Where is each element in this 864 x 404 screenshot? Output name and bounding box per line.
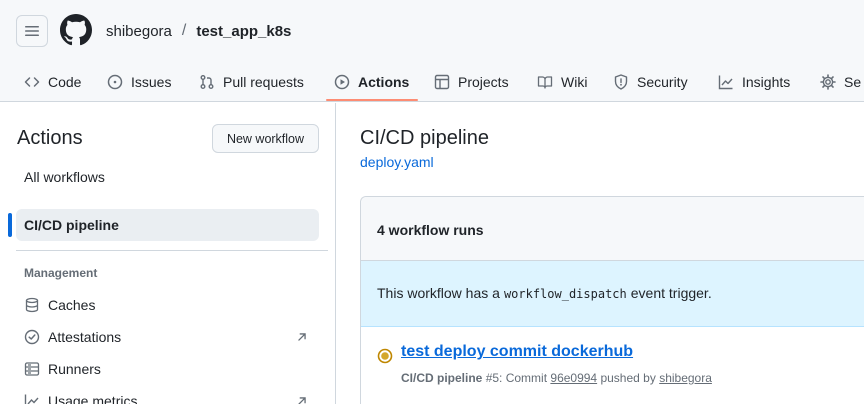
tab-issues[interactable]: Issues — [107, 62, 171, 102]
run-workflow-name: CI/CD pipeline — [401, 371, 483, 385]
sidebar-item-caches-label: Caches — [48, 297, 96, 313]
tab-security[interactable]: Security — [613, 62, 688, 102]
sidebar-item-runners[interactable]: Runners — [16, 353, 319, 385]
sidebar-item-all-workflows[interactable]: All workflows — [16, 161, 319, 193]
run-number: #5: Commit — [485, 371, 548, 385]
tab-insights[interactable]: Insights — [718, 62, 790, 102]
shield-icon — [614, 74, 628, 90]
tab-wiki-label: Wiki — [561, 74, 588, 90]
workflow-file-link[interactable]: deploy.yaml — [360, 154, 434, 170]
active-tab-indicator — [326, 99, 418, 101]
breadcrumb-separator: / — [181, 22, 187, 39]
runs-header: 4 workflow runs — [361, 197, 864, 261]
sidebar-title: Actions — [17, 127, 83, 149]
actor-link[interactable]: shibegora — [659, 371, 712, 385]
repo-header: shibegora / test_app_k8s Code Issues Pul… — [0, 0, 864, 102]
pushed-by-text: pushed by — [600, 371, 656, 385]
run-title-link[interactable]: test deploy commit dockerhub — [401, 343, 633, 361]
play-icon — [334, 74, 350, 90]
graph-icon — [718, 75, 733, 90]
workflow-title: CI/CD pipeline — [360, 127, 489, 149]
verified-icon — [24, 329, 40, 345]
tab-settings-label: Se — [844, 74, 862, 90]
tab-projects[interactable]: Projects — [434, 62, 509, 102]
tab-settings[interactable]: Se — [820, 62, 861, 102]
tab-pull-requests-label: Pull requests — [223, 74, 304, 90]
sidebar-item-usage-metrics[interactable]: Usage metrics — [16, 385, 319, 404]
dispatch-banner: This workflow has a workflow_dispatch even… — [361, 261, 864, 327]
workflow-runs-box: 4 workflow runs This workflow has a workf… — [360, 196, 864, 404]
sidebar-item-runners-label: Runners — [48, 361, 101, 377]
tab-pull-requests[interactable]: Pull requests — [199, 62, 304, 102]
tab-projects-label: Projects — [458, 74, 509, 90]
tab-code[interactable]: Code — [24, 62, 81, 102]
arrow-up-right-icon — [298, 333, 306, 341]
git-pull-request-icon — [200, 75, 214, 89]
commit-sha-link[interactable]: 96e0994 — [550, 371, 597, 385]
repo-tabs: Code Issues Pull requests Actions Projec… — [0, 62, 864, 102]
sidebar-item-attestations-label: Attestations — [48, 329, 122, 345]
server-icon — [24, 362, 40, 376]
tab-security-label: Security — [637, 74, 688, 90]
repo-name-link[interactable]: test_app_k8s — [196, 23, 291, 40]
tab-issues-label: Issues — [131, 74, 172, 90]
tab-wiki[interactable]: Wiki — [537, 62, 587, 102]
dispatch-prefix: This workflow has a — [377, 285, 500, 301]
tab-insights-label: Insights — [742, 74, 791, 90]
actions-sidebar: Actions New workflow All workflows CI/CD… — [0, 103, 336, 404]
sidebar-item-attestations[interactable]: Attestations — [16, 321, 319, 353]
book-icon — [537, 76, 553, 89]
workflow-run-row[interactable]: test deploy commit dockerhub CI/CD pipel… — [361, 328, 864, 404]
gear-icon — [820, 74, 836, 90]
new-workflow-button[interactable]: New workflow — [212, 124, 319, 153]
dispatch-code: workflow_dispatch — [503, 287, 627, 301]
management-heading: Management — [24, 266, 98, 280]
github-mark-icon[interactable] — [60, 14, 92, 46]
tab-code-label: Code — [48, 74, 82, 90]
table-icon — [434, 74, 450, 90]
sidebar-item-usage-metrics-label: Usage metrics — [48, 393, 138, 404]
breadcrumb: shibegora / test_app_k8s — [106, 22, 291, 40]
code-icon — [24, 77, 40, 87]
tab-actions[interactable]: Actions — [334, 62, 409, 102]
dispatch-suffix: event trigger. — [630, 285, 712, 301]
selected-item-indicator — [8, 213, 12, 237]
arrow-up-right-icon — [298, 397, 306, 404]
hamburger-icon — [25, 26, 39, 36]
sidebar-item-caches[interactable]: Caches — [16, 289, 319, 321]
issue-opened-icon — [107, 74, 123, 90]
sidebar-item-ci-cd-pipeline[interactable]: CI/CD pipeline — [16, 209, 319, 241]
in-progress-dot-icon — [377, 348, 393, 364]
run-meta: CI/CD pipeline #5: Commit 96e0994 pushed… — [401, 371, 712, 385]
dispatch-text: This workflow has a workflow_dispatch even… — [377, 285, 712, 301]
repo-owner-link[interactable]: shibegora — [106, 23, 172, 40]
database-icon — [25, 297, 39, 313]
workflow-main: CI/CD pipeline deploy.yaml 4 workflow ru… — [337, 103, 864, 404]
menu-button[interactable] — [16, 15, 48, 47]
sidebar-divider — [16, 250, 328, 251]
tab-actions-label: Actions — [358, 74, 410, 90]
graph-icon — [24, 394, 39, 404]
runs-count: 4 workflow runs — [377, 222, 484, 238]
